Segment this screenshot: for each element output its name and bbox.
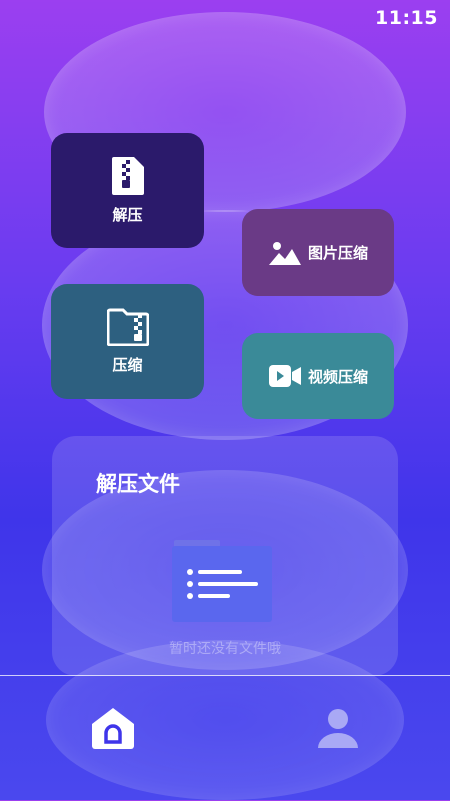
image-compress-tile[interactable]: 图片压缩 bbox=[242, 209, 394, 296]
compress-tile[interactable]: 压缩 bbox=[51, 284, 204, 399]
decompressed-files-panel: 解压文件 暂时还没有文件哦 bbox=[52, 436, 398, 676]
user-icon[interactable] bbox=[316, 708, 360, 750]
panel-title: 解压文件 bbox=[96, 472, 180, 496]
video-compress-label: 视频压缩 bbox=[307, 367, 368, 386]
empty-folder-icon bbox=[172, 540, 272, 622]
image-icon bbox=[268, 241, 301, 265]
home-icon[interactable] bbox=[90, 706, 136, 750]
decompress-tile[interactable]: 解压 bbox=[51, 133, 204, 248]
status-time: 11:15 bbox=[375, 7, 438, 29]
video-compress-tile[interactable]: 视频压缩 bbox=[242, 333, 394, 419]
empty-state-text: 暂时还没有文件哦 bbox=[169, 641, 281, 657]
zip-folder-icon bbox=[106, 308, 149, 346]
video-camera-icon bbox=[268, 365, 301, 387]
compress-label: 压缩 bbox=[112, 356, 143, 374]
image-compress-label: 图片压缩 bbox=[307, 244, 368, 262]
bottom-navigation bbox=[0, 675, 450, 801]
decompress-label: 解压 bbox=[112, 206, 143, 224]
zip-file-icon bbox=[111, 157, 144, 195]
